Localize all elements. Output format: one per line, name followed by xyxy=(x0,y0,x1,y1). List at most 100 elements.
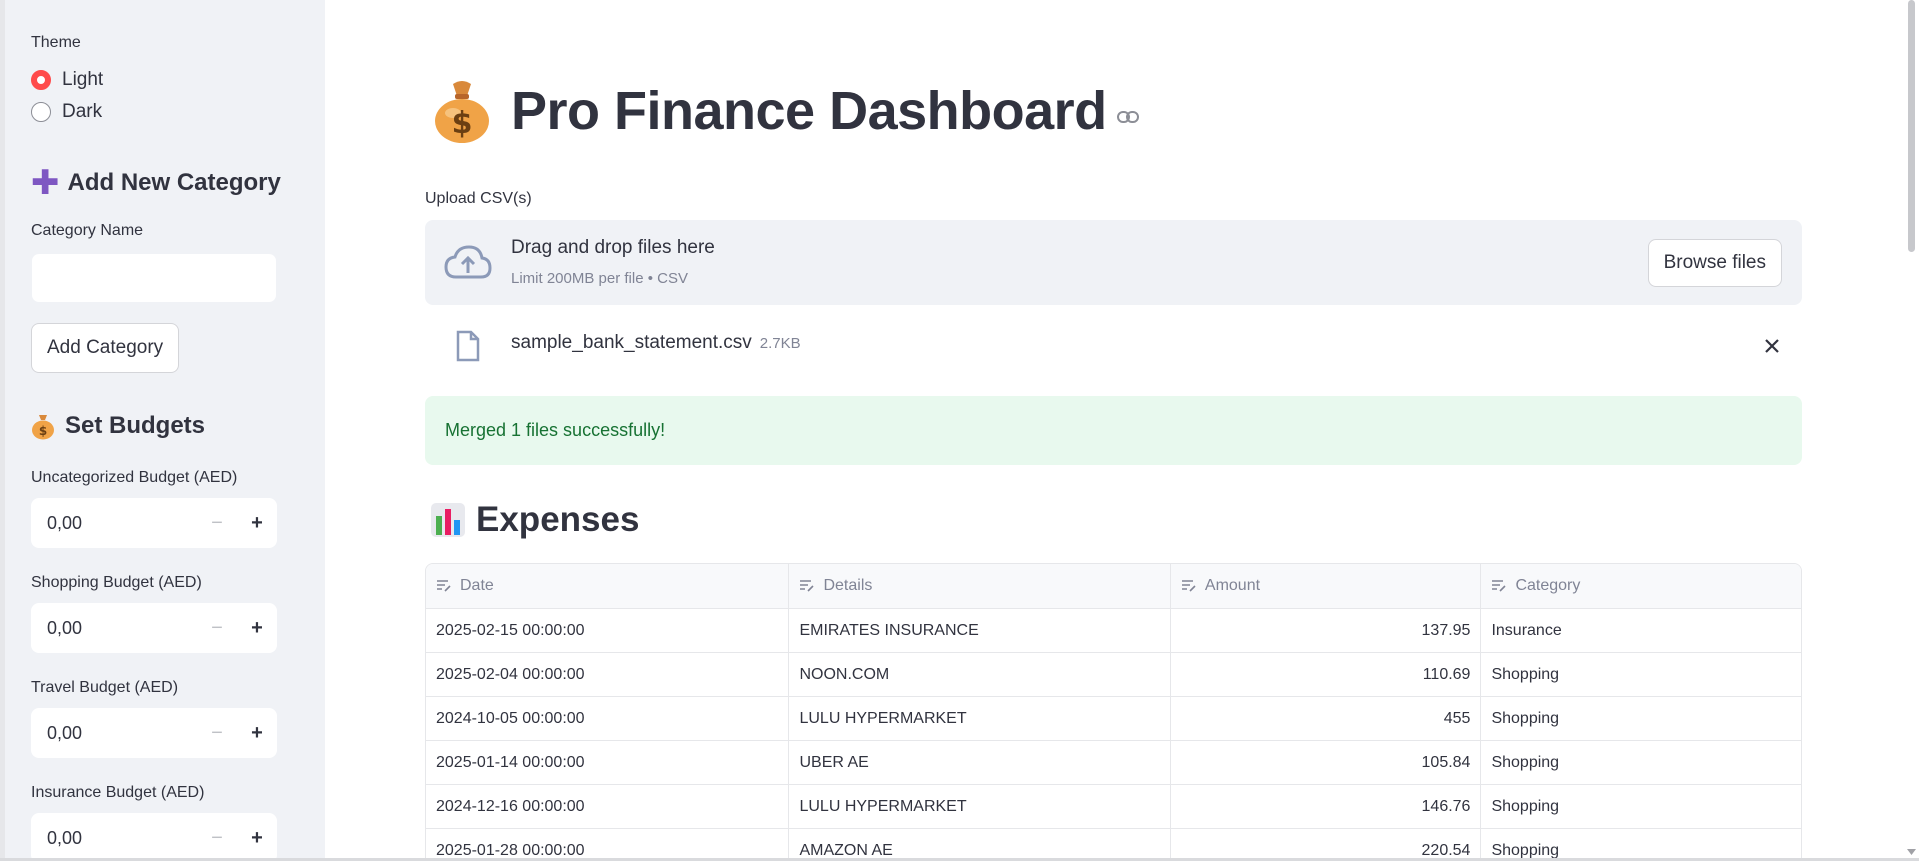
increment-button[interactable]: + xyxy=(237,708,277,758)
link-icon[interactable] xyxy=(1116,111,1139,123)
scroll-down-arrow-icon[interactable] xyxy=(1907,849,1916,855)
file-dropzone[interactable]: Drag and drop files here Limit 200MB per… xyxy=(425,220,1802,305)
category-name-input[interactable] xyxy=(31,253,277,303)
cell-amount[interactable]: 110.69 xyxy=(1171,653,1482,696)
budget-input-insurance[interactable]: 0,00 − + xyxy=(31,813,277,861)
budget-input-uncategorized[interactable]: 0,00 − + xyxy=(31,498,277,548)
close-icon[interactable] xyxy=(1764,338,1780,354)
cloud-upload-icon xyxy=(444,245,492,279)
text-column-icon xyxy=(799,579,815,593)
decrement-button[interactable]: − xyxy=(197,498,237,548)
budget-label-uncategorized: Uncategorized Budget (AED) xyxy=(31,469,238,486)
theme-option-label: Dark xyxy=(62,101,103,122)
cell-amount[interactable]: 220.54 xyxy=(1171,829,1482,861)
column-header-label: Details xyxy=(823,577,873,594)
cell-date[interactable]: 2025-02-04 00:00:00 xyxy=(426,653,790,696)
browse-files-button[interactable]: Browse files xyxy=(1647,239,1782,287)
cell-category[interactable]: Shopping xyxy=(1481,741,1801,784)
column-header-label: Amount xyxy=(1204,577,1261,594)
dropzone-subtitle: Limit 200MB per file • CSV xyxy=(511,270,688,287)
cell-details[interactable]: LULU HYPERMARKET xyxy=(789,785,1171,828)
cell-amount[interactable]: 105.84 xyxy=(1171,741,1482,784)
text-column-icon xyxy=(1491,579,1507,593)
plus-icon: ✚ xyxy=(31,164,60,202)
cell-category[interactable]: Shopping xyxy=(1481,653,1801,696)
decrement-button[interactable]: − xyxy=(197,813,237,861)
budget-input-shopping[interactable]: 0,00 − + xyxy=(31,603,277,653)
table-row[interactable]: 2025-01-14 00:00:00 UBER AE 105.84 Shopp… xyxy=(426,741,1801,785)
theme-option-dark[interactable]: Dark xyxy=(31,96,103,128)
budget-value[interactable]: 0,00 xyxy=(47,828,197,849)
cell-date[interactable]: 2025-01-28 00:00:00 xyxy=(426,829,790,861)
budget-value[interactable]: 0,00 xyxy=(47,513,197,534)
cell-category[interactable]: Shopping xyxy=(1481,697,1801,740)
expenses-heading-text: Expenses xyxy=(476,500,640,539)
increment-button[interactable]: + xyxy=(237,813,277,861)
text-column-icon xyxy=(436,579,452,593)
category-name-label: Category Name xyxy=(31,222,144,239)
table-row[interactable]: 2024-12-16 00:00:00 LULU HYPERMARKET 146… xyxy=(426,785,1801,829)
expenses-table[interactable]: Date Details Amount Category 2025-02-15 … xyxy=(425,563,1802,861)
cell-details[interactable]: NOON.COM xyxy=(789,653,1171,696)
file-size: 2.7KB xyxy=(759,335,801,352)
column-header-details[interactable]: Details xyxy=(789,564,1171,608)
table-row[interactable]: 2025-01-28 00:00:00 AMAZON AE 220.54 Sho… xyxy=(426,829,1801,861)
cell-amount[interactable]: 137.95 xyxy=(1171,609,1482,652)
budget-value[interactable]: 0,00 xyxy=(47,723,197,744)
bar-chart-icon xyxy=(431,503,465,537)
cell-date[interactable]: 2024-10-05 00:00:00 xyxy=(426,697,790,740)
column-header-amount[interactable]: Amount xyxy=(1171,564,1482,608)
decrement-button[interactable]: − xyxy=(197,708,237,758)
column-header-label: Category xyxy=(1515,577,1581,594)
upload-label: Upload CSV(s) xyxy=(425,190,532,207)
file-name: sample_bank_statement.csv xyxy=(511,332,752,353)
table-row[interactable]: 2025-02-15 00:00:00 EMIRATES INSURANCE 1… xyxy=(426,609,1801,653)
money-bag-icon: $ xyxy=(435,81,489,143)
table-row[interactable]: 2025-02-04 00:00:00 NOON.COM 110.69 Shop… xyxy=(426,653,1801,697)
cell-category[interactable]: Insurance xyxy=(1481,609,1801,652)
cell-details[interactable]: UBER AE xyxy=(789,741,1171,784)
page-title: Pro Finance Dashboard xyxy=(511,81,1107,141)
uploaded-file-row: sample_bank_statement.csv 2.7KB xyxy=(425,322,1802,368)
decrement-button[interactable]: − xyxy=(197,603,237,653)
cell-details[interactable]: LULU HYPERMARKET xyxy=(789,697,1171,740)
budget-label-insurance: Insurance Budget (AED) xyxy=(31,784,205,801)
scrollbar-thumb[interactable] xyxy=(1908,0,1915,252)
column-header-label: Date xyxy=(460,577,494,594)
cell-date[interactable]: 2025-02-15 00:00:00 xyxy=(426,609,790,652)
increment-button[interactable]: + xyxy=(237,498,277,548)
cell-details[interactable]: EMIRATES INSURANCE xyxy=(789,609,1171,652)
dropzone-title: Drag and drop files here xyxy=(511,237,715,258)
theme-radio-group: Light Dark xyxy=(31,64,103,128)
table-row[interactable]: 2024-10-05 00:00:00 LULU HYPERMARKET 455… xyxy=(426,697,1801,741)
cell-date[interactable]: 2025-01-14 00:00:00 xyxy=(426,741,790,784)
success-alert: Merged 1 files successfully! xyxy=(425,396,1802,465)
column-header-category[interactable]: Category xyxy=(1481,564,1801,608)
budget-value[interactable]: 0,00 xyxy=(47,618,197,639)
cell-amount[interactable]: 455 xyxy=(1171,697,1482,740)
column-header-date[interactable]: Date xyxy=(426,564,790,608)
radio-unselected-icon[interactable] xyxy=(31,102,51,122)
cell-details[interactable]: AMAZON AE xyxy=(789,829,1171,861)
increment-button[interactable]: + xyxy=(237,603,277,653)
radio-selected-icon[interactable] xyxy=(31,70,51,90)
cell-category[interactable]: Shopping xyxy=(1481,785,1801,828)
add-category-button[interactable]: Add Category xyxy=(31,323,180,373)
svg-text:$: $ xyxy=(452,106,473,141)
budget-label-shopping: Shopping Budget (AED) xyxy=(31,574,202,591)
set-budgets-heading-text: Set Budgets xyxy=(65,412,206,439)
budget-input-travel[interactable]: 0,00 − + xyxy=(31,708,277,758)
svg-text:$: $ xyxy=(39,424,47,438)
add-category-heading: ✚ Add New Category xyxy=(31,166,281,200)
vertical-scrollbar[interactable] xyxy=(1904,0,1919,861)
money-bag-icon: $ xyxy=(32,415,54,440)
theme-option-light[interactable]: Light xyxy=(31,64,103,96)
text-column-icon xyxy=(1181,579,1197,593)
cell-category[interactable]: Shopping xyxy=(1481,829,1801,861)
cell-amount[interactable]: 146.76 xyxy=(1171,785,1482,828)
budget-label-travel: Travel Budget (AED) xyxy=(31,679,179,696)
page-title-row: $ Pro Finance Dashboard xyxy=(433,78,1139,144)
cell-date[interactable]: 2024-12-16 00:00:00 xyxy=(426,785,790,828)
sidebar: Theme Light Dark ✚ Add New Category Cate… xyxy=(0,0,325,861)
theme-option-label: Light xyxy=(62,69,104,90)
